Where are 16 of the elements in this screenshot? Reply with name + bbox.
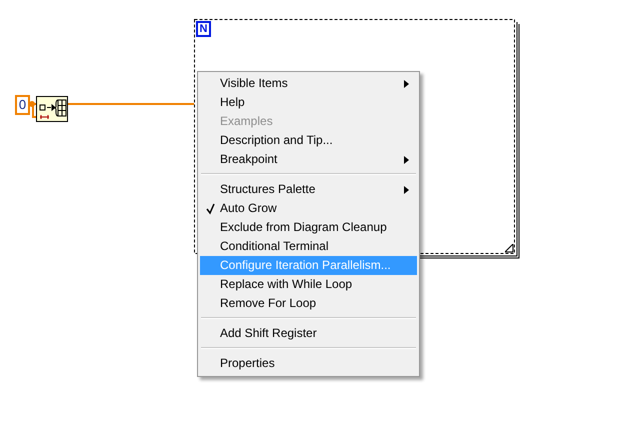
menu-item[interactable]: Structures Palette [200, 180, 417, 199]
menu-item[interactable]: Add Shift Register [200, 324, 417, 343]
menu-item[interactable]: Replace with While Loop [200, 275, 417, 294]
menu-item[interactable]: Conditional Terminal [200, 237, 417, 256]
array-node-icon[interactable] [36, 96, 69, 123]
menu-item[interactable]: Remove For Loop [200, 294, 417, 313]
resize-corner-icon[interactable] [505, 244, 514, 253]
loop-count-terminal[interactable]: N [196, 21, 211, 37]
menu-item[interactable]: Breakpoint [200, 150, 417, 169]
menu-item[interactable]: Properties [200, 354, 417, 373]
numeric-constant[interactable]: 0 [15, 95, 30, 115]
menu-item[interactable]: Visible Items [200, 74, 417, 93]
menu-item[interactable]: Auto Grow [200, 199, 417, 218]
menu-item[interactable]: Description and Tip... [200, 131, 417, 150]
menu-item[interactable]: Help [200, 93, 417, 112]
menu-item[interactable]: Exclude from Diagram Cleanup [200, 218, 417, 237]
